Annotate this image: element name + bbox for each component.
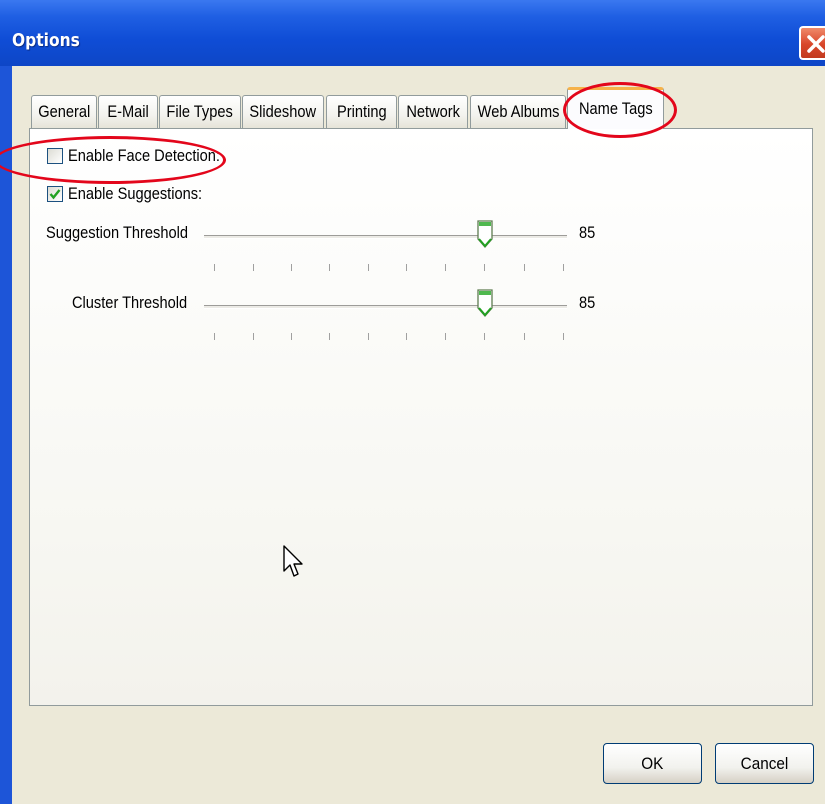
tick-mark — [524, 333, 525, 340]
tab-general[interactable]: General — [31, 95, 97, 128]
suggestion-threshold-slider[interactable] — [204, 220, 570, 276]
tick-mark — [368, 333, 369, 340]
cluster-threshold-value: 85 — [579, 293, 596, 312]
cluster-threshold-slider[interactable] — [204, 289, 570, 346]
face-detection-label: Enable Face Detection: — [68, 146, 220, 165]
tick-mark — [524, 264, 525, 271]
checkmark-icon — [49, 189, 61, 200]
tick-mark — [329, 264, 330, 271]
options-dialog: Options General E-Mail File Types Slides… — [0, 0, 825, 804]
slider-thumb-icon[interactable] — [477, 220, 493, 248]
tab-label: Name Tags — [578, 99, 653, 118]
suggestion-threshold-label: Suggestion Threshold — [46, 223, 188, 242]
slider-thumb-icon[interactable] — [477, 289, 493, 317]
slider-track — [204, 235, 567, 239]
slider-track — [204, 305, 567, 309]
tab-label: File Types — [166, 102, 234, 121]
tick-mark — [406, 264, 407, 271]
ok-button-label: OK — [641, 754, 664, 773]
tab-file-types[interactable]: File Types — [159, 95, 241, 128]
tick-mark — [329, 333, 330, 340]
tick-mark — [291, 264, 292, 271]
tick-mark — [368, 264, 369, 271]
tab-name-tags[interactable]: Name Tags — [567, 87, 664, 129]
tab-label: Printing — [336, 102, 387, 121]
ok-button[interactable]: OK — [603, 743, 702, 784]
dialog-body: General E-Mail File Types Slideshow Prin… — [12, 66, 825, 804]
cancel-button[interactable]: Cancel — [715, 743, 814, 784]
tab-printing[interactable]: Printing — [326, 95, 397, 128]
tick-mark — [253, 264, 254, 271]
tab-network[interactable]: Network — [398, 95, 468, 128]
close-button[interactable] — [799, 26, 825, 60]
tick-mark — [563, 333, 564, 340]
tick-mark — [253, 333, 254, 340]
suggestion-threshold-value: 85 — [579, 223, 596, 242]
tick-mark — [484, 333, 485, 340]
tick-mark — [214, 333, 215, 340]
tab-slideshow[interactable]: Slideshow — [242, 95, 324, 128]
face-detection-checkbox[interactable] — [47, 148, 63, 164]
cancel-button-label: Cancel — [740, 754, 789, 773]
tick-mark — [563, 264, 564, 271]
title-bar[interactable]: Options — [0, 0, 825, 66]
tick-mark — [445, 264, 446, 271]
suggestions-checkbox[interactable] — [47, 186, 63, 202]
tab-label: Web Albums — [477, 102, 560, 121]
name-tags-panel — [29, 128, 813, 706]
tick-mark — [291, 333, 292, 340]
tick-mark — [484, 264, 485, 271]
tick-mark — [445, 333, 446, 340]
close-icon — [807, 35, 825, 53]
tab-label: General — [37, 102, 91, 121]
tab-web-albums[interactable]: Web Albums — [470, 95, 566, 128]
cluster-threshold-label: Cluster Threshold — [72, 293, 188, 312]
suggestions-label: Enable Suggestions: — [68, 184, 203, 203]
tab-label: Slideshow — [249, 102, 317, 121]
tab-label: E-Mail — [107, 102, 149, 121]
tick-mark — [214, 264, 215, 271]
tab-label: Network — [406, 102, 460, 121]
window-title: Options — [12, 30, 80, 51]
tick-mark — [406, 333, 407, 340]
mouse-cursor-icon — [283, 545, 303, 577]
tab-email[interactable]: E-Mail — [98, 95, 158, 128]
